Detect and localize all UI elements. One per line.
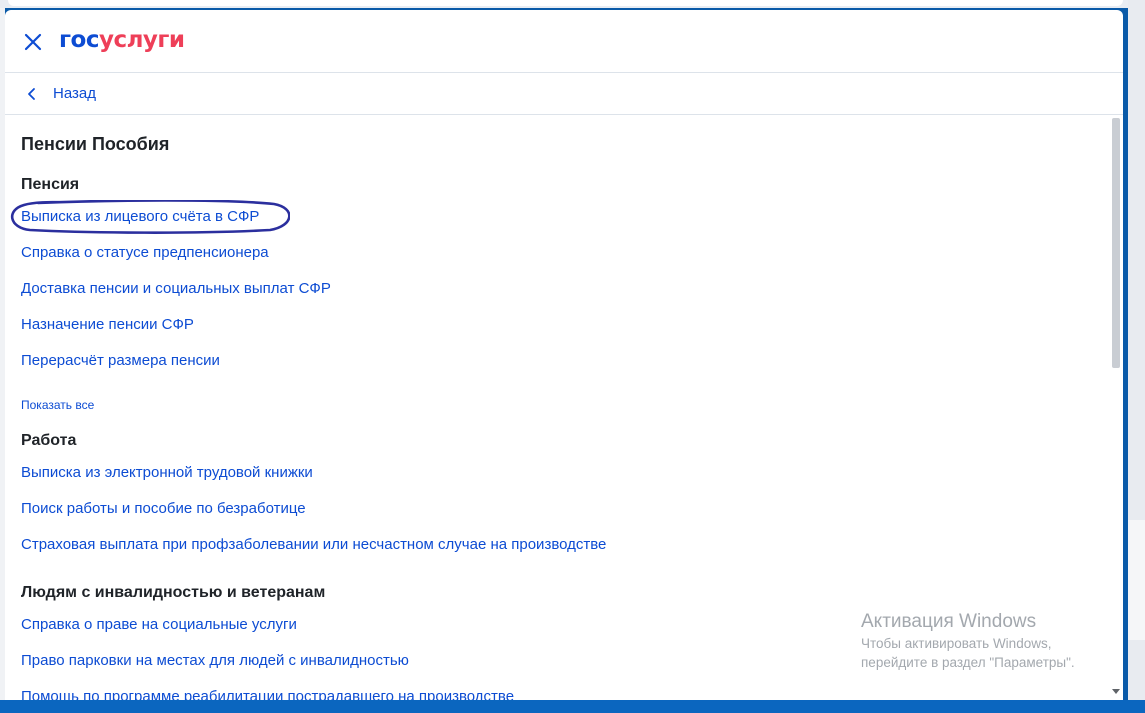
logo-uslugi: услуги: [98, 27, 185, 53]
link-employment-record[interactable]: Выписка из электронной трудовой книжки: [21, 463, 313, 483]
scrollbar[interactable]: [1109, 116, 1123, 700]
show-all-link[interactable]: Показать все: [21, 395, 94, 415]
back-bar: Назад: [5, 73, 1123, 115]
link-insurance-payment[interactable]: Страховая выплата при профзаболевании ил…: [21, 535, 606, 555]
gosuslugi-panel: госуслуги Назад Пенсии Пособия Пенсия Вы…: [5, 10, 1123, 700]
chevron-left-icon: [28, 88, 35, 100]
link-rehabilitation-program[interactable]: Помощь по программе реабилитации пострад…: [21, 687, 514, 700]
link-prepensioner-status[interactable]: Справка о статусе предпенсионера: [21, 243, 269, 263]
scrollbar-thumb[interactable]: [1112, 118, 1120, 368]
scroll-down-arrow-icon[interactable]: [1111, 688, 1121, 696]
background-window-edge: [1128, 0, 1145, 713]
link-pension-account-statement[interactable]: Выписка из лицевого счёта в СФР: [21, 207, 259, 227]
content-area: Пенсии Пособия Пенсия Выписка из лицевог…: [5, 116, 1109, 700]
background-window-strip: [0, 0, 1145, 8]
link-social-services-right[interactable]: Справка о праве на социальные услуги: [21, 615, 297, 635]
link-pension-assignment[interactable]: Назначение пенсии СФР: [21, 315, 194, 335]
link-job-search[interactable]: Поиск работы и пособие по безработице: [21, 499, 306, 519]
link-pension-recalculation[interactable]: Перерасчёт размера пенсии: [21, 351, 220, 371]
back-button[interactable]: Назад: [25, 84, 96, 104]
logo-gos: гос: [59, 27, 99, 53]
page-title: Пенсии Пособия: [21, 134, 170, 154]
link-pension-delivery[interactable]: Доставка пенсии и социальных выплат СФР: [21, 279, 331, 299]
section-title-disability: Людям с инвалидностью и ветеранам: [21, 584, 326, 601]
section-title-work: Работа: [21, 432, 77, 449]
section-title-pension: Пенсия: [21, 176, 80, 193]
gosuslugi-logo[interactable]: госуслуги: [59, 24, 185, 56]
link-disability-parking[interactable]: Право парковки на местах для людей с инв…: [21, 651, 409, 671]
taskbar-edge: [0, 700, 1145, 713]
back-label: Назад: [53, 85, 96, 102]
close-icon[interactable]: [21, 30, 45, 54]
header: госуслуги: [5, 10, 1123, 73]
